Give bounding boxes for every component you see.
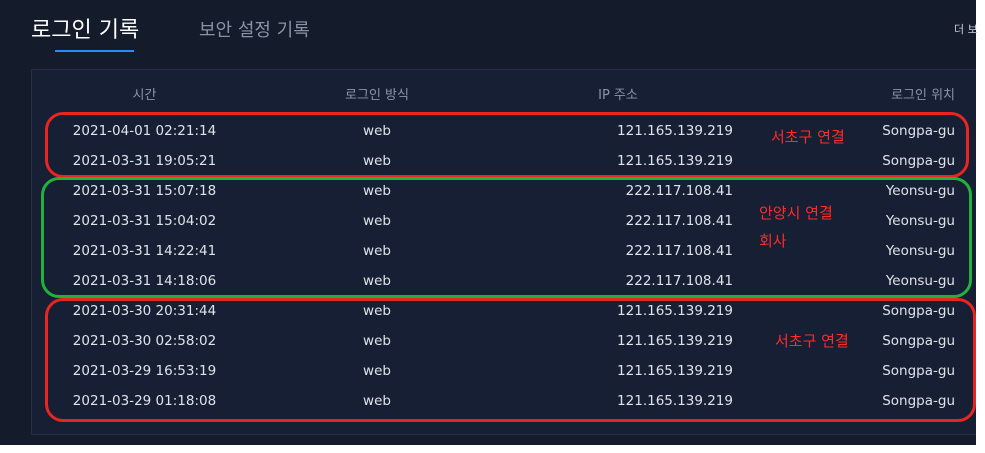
cell-time: 2021-04-01 02:21:14 <box>72 123 217 139</box>
cell-login-method: web <box>363 303 391 319</box>
header-login-location: 로그인 위치 <box>891 87 955 103</box>
active-tab-indicator <box>55 50 134 52</box>
cell-login-method: web <box>363 213 391 229</box>
table-header-row: 시간 로그인 방식 IP 주소 로그인 위치 <box>32 70 977 116</box>
cell-login-method: web <box>363 273 391 289</box>
cell-time: 2021-03-30 20:31:44 <box>72 303 217 319</box>
table-row: 2021-03-30 20:31:44 web 121.165.139.219 Son… <box>32 296 977 326</box>
annotation-text-group2-line1: 안양시 연결 <box>759 204 833 222</box>
cell-login-location: Songpa-gu <box>882 303 955 319</box>
tab-login-history[interactable]: 로그인 기록 <box>31 12 139 44</box>
cell-login-method: web <box>363 153 391 169</box>
table-row: 2021-03-31 15:07:18 web 222.117.108.41 Yeon… <box>32 176 977 206</box>
table-row: 2021-03-31 15:04:02 web 222.117.108.41 Yeon… <box>32 206 977 236</box>
cell-ip-address: 121.165.139.219 <box>617 393 733 409</box>
cell-ip-address: 121.165.139.219 <box>617 123 733 139</box>
cell-login-method: web <box>363 363 391 379</box>
cell-time: 2021-03-31 19:05:21 <box>72 153 217 169</box>
table-row: 2021-03-29 01:18:08 web 121.165.139.219 Son… <box>32 386 977 416</box>
app-window: 로그인 기록 보안 설정 기록 더 보 시간 로그인 방식 IP 주소 로그인 … <box>0 0 978 445</box>
cell-login-method: web <box>363 393 391 409</box>
tab-bar: 로그인 기록 보안 설정 기록 더 보 <box>0 0 978 60</box>
cell-ip-address: 121.165.139.219 <box>617 333 733 349</box>
cell-ip-address: 121.165.139.219 <box>617 303 733 319</box>
annotation-text-group2-line2: 회사 <box>759 232 787 250</box>
cell-ip-address: 121.165.139.219 <box>617 153 733 169</box>
cell-time: 2021-03-30 02:58:02 <box>72 333 217 349</box>
annotation-text-group3: 서초구 연결 <box>775 332 849 350</box>
tab-security-settings-history[interactable]: 보안 설정 기록 <box>199 16 310 42</box>
cell-ip-address: 121.165.139.219 <box>617 363 733 379</box>
table-row: 2021-03-31 14:18:06 web 222.117.108.41 Yeon… <box>32 266 977 296</box>
header-time: 시간 <box>132 87 157 103</box>
cell-login-location: Yeonsu-gu <box>885 273 955 289</box>
cell-time: 2021-03-29 01:18:08 <box>72 393 217 409</box>
cell-time: 2021-03-29 16:53:19 <box>72 363 217 379</box>
cell-ip-address: 222.117.108.41 <box>625 183 733 199</box>
login-history-table: 시간 로그인 방식 IP 주소 로그인 위치 2021-04-01 02:21:… <box>32 70 977 416</box>
annotation-text-group1: 서초구 연결 <box>771 128 845 146</box>
cell-login-method: web <box>363 183 391 199</box>
cell-login-method: web <box>363 243 391 259</box>
cell-login-location: Songpa-gu <box>882 393 955 409</box>
table-row: 2021-03-29 16:53:19 web 121.165.139.219 Son… <box>32 356 977 386</box>
cell-login-location: Songpa-gu <box>882 363 955 379</box>
header-login-method: 로그인 방식 <box>345 87 409 103</box>
cell-time: 2021-03-31 14:22:41 <box>72 243 217 259</box>
more-link[interactable]: 더 보 <box>954 21 978 37</box>
cell-login-method: web <box>363 123 391 139</box>
cell-time: 2021-03-31 15:04:02 <box>72 213 217 229</box>
cell-login-method: web <box>363 333 391 349</box>
table-row: 2021-03-31 14:22:41 web 222.117.108.41 Yeon… <box>32 236 977 266</box>
cell-ip-address: 222.117.108.41 <box>625 273 733 289</box>
cell-time: 2021-03-31 14:18:06 <box>72 273 217 289</box>
cell-ip-address: 222.117.108.41 <box>625 243 733 259</box>
cell-ip-address: 222.117.108.41 <box>625 213 733 229</box>
cell-time: 2021-03-31 15:07:18 <box>72 183 217 199</box>
header-ip-address: IP 주소 <box>598 87 638 103</box>
